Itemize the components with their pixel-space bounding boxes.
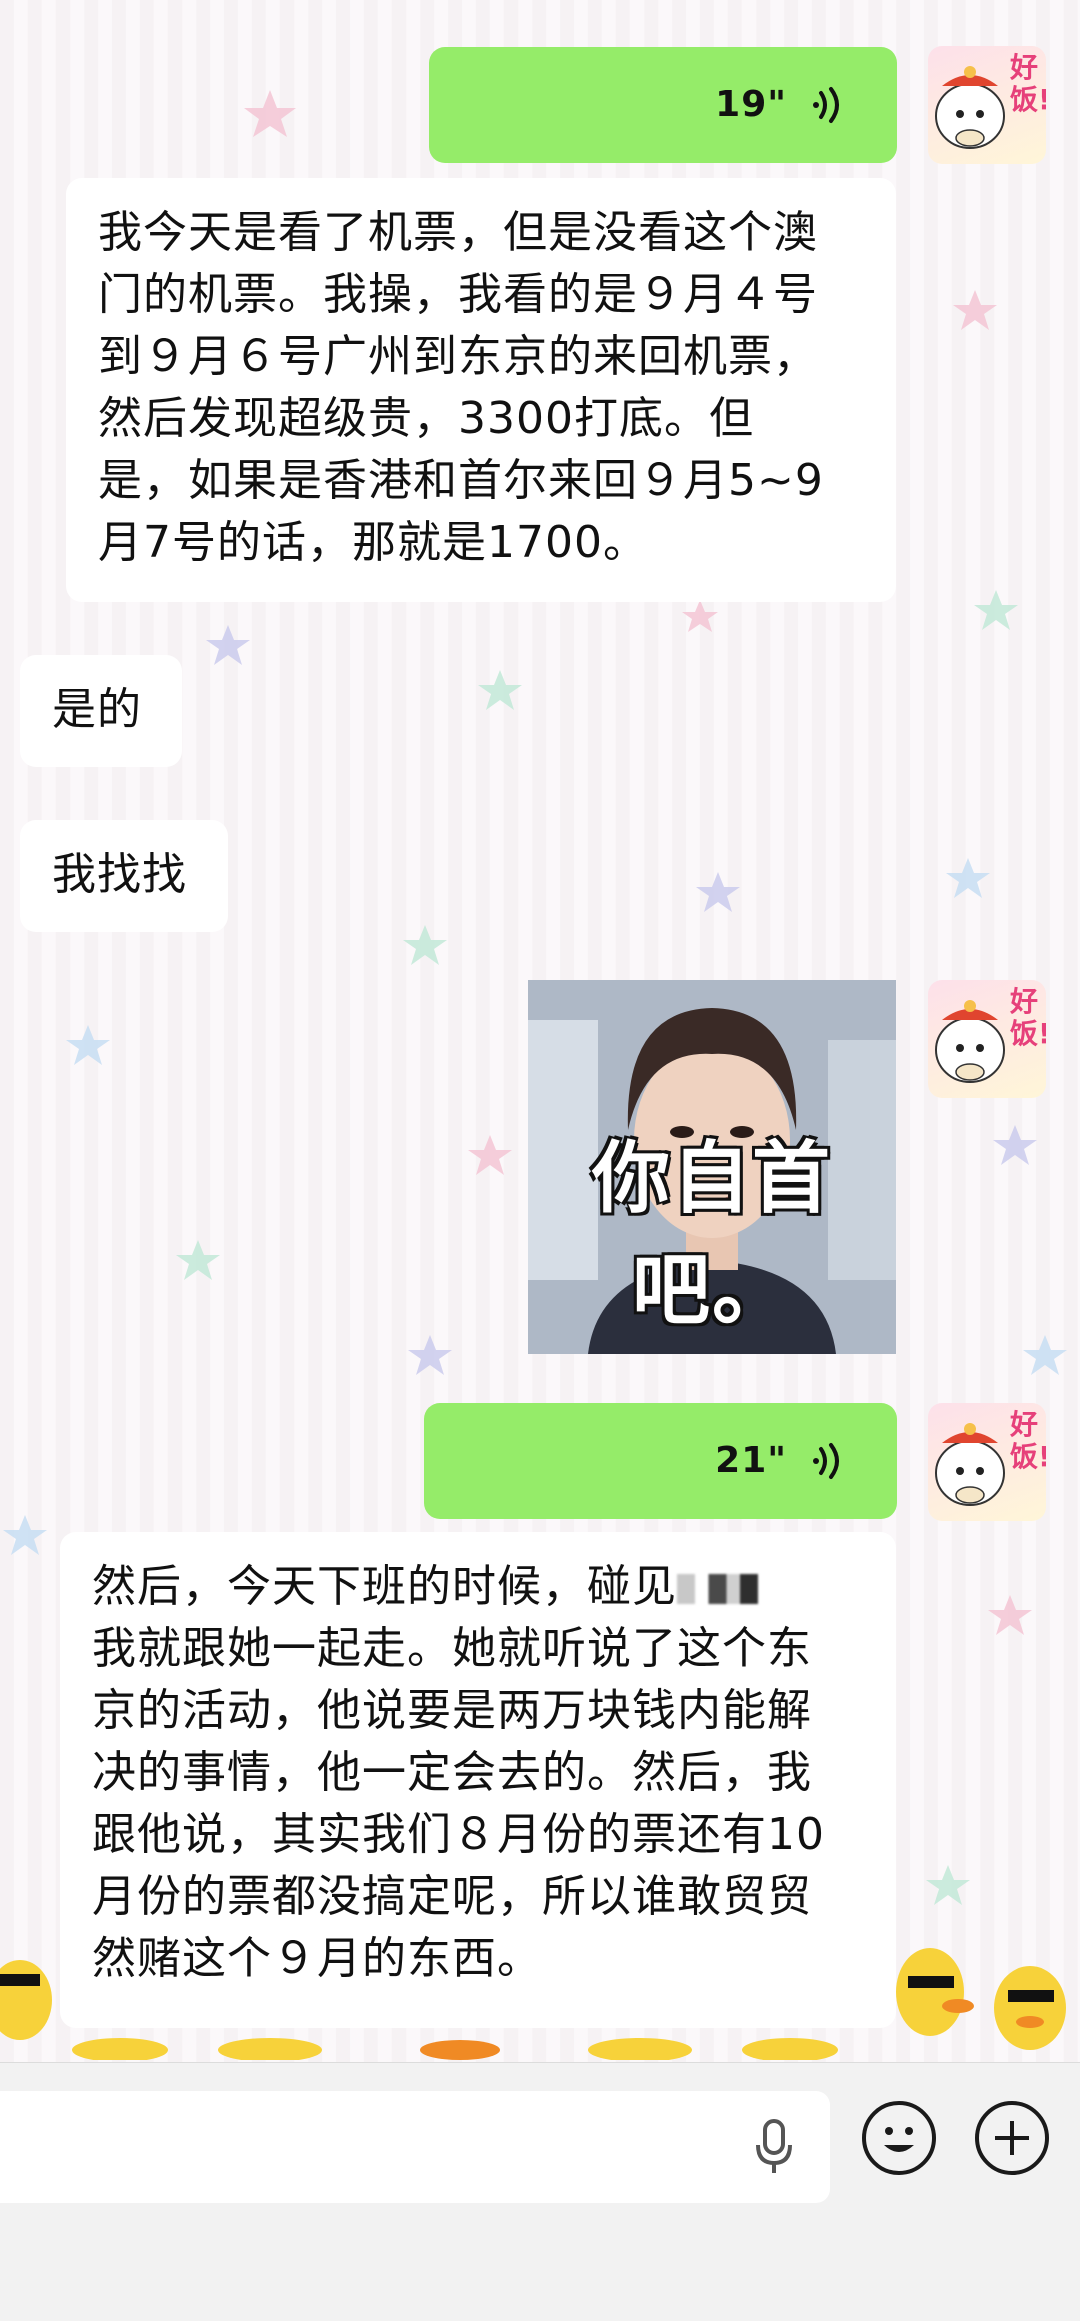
message-line: 月份的票都没搞定呢，所以谁敢贸贸 <box>92 1871 812 1922</box>
plus-button[interactable] <box>975 2101 1049 2175</box>
message-line-start: 然后，今天下班的时候，碰见 <box>92 1561 677 1612</box>
redacted-name <box>677 1574 767 1604</box>
message-line: 是，如果是香港和首尔来回９月5~9 <box>98 455 824 506</box>
message-line: 到９月６号广州到东京的来回机票， <box>98 331 818 382</box>
message-input[interactable] <box>0 2091 830 2203</box>
message-line: 我就跟她一起走。她就听说了这个东 <box>92 1623 812 1674</box>
message-line: 跟他说，其实我们８月份的票还有10 <box>92 1809 825 1860</box>
message-line: 我今天是看了机票，但是没看这个澳 <box>98 207 818 258</box>
message-line: 然后，今天下班的时候，碰见 <box>92 1556 870 1618</box>
message-line: 然赌这个９月的东西。 <box>92 1933 542 1984</box>
avatar[interactable]: 好饭! <box>928 1403 1046 1521</box>
duck-icon <box>994 1966 1066 2050</box>
text-message-bubble[interactable]: 我今天是看了机票，但是没看这个澳 门的机票。我操，我看的是９月４号 到９月６号广… <box>66 178 896 602</box>
microphone-icon[interactable] <box>752 2117 796 2177</box>
message-line: 京的活动，他说要是两万块钱内能解 <box>92 1685 812 1736</box>
message-line: 月7号的话，那就是1700。 <box>98 517 648 568</box>
duck-icon <box>0 1960 52 2040</box>
voice-wave-icon <box>813 1443 839 1479</box>
voice-message-bubble[interactable]: 19" <box>429 47 897 163</box>
duck-icon <box>896 1948 974 2036</box>
avatar[interactable]: 好饭! <box>928 980 1046 1098</box>
emoji-button[interactable] <box>862 2101 936 2175</box>
message-line: 然后发现超级贵，3300打底。但 <box>98 393 754 444</box>
message-line: 决的事情，他一定会去的。然后，我 <box>92 1747 812 1798</box>
avatar-text: 好饭! <box>1010 985 1046 1050</box>
voice-duration: 21" <box>715 1440 787 1481</box>
message-text: 我找找 <box>52 849 187 900</box>
message-text: 是的 <box>52 684 142 735</box>
voice-message-bubble[interactable]: 21" <box>424 1403 897 1519</box>
sticker-caption: 你自首吧。 <box>591 1134 832 1336</box>
text-message-bubble[interactable]: 是的 <box>20 655 182 767</box>
message-line: 门的机票。我操，我看的是９月４号 <box>98 269 818 320</box>
plus-icon <box>995 2121 1029 2155</box>
avatar[interactable]: 好饭! <box>928 46 1046 164</box>
voice-wave-icon <box>813 87 839 123</box>
text-message-bubble[interactable]: 我找找 <box>20 820 228 932</box>
voice-duration: 19" <box>715 84 787 125</box>
avatar-text: 好饭! <box>1010 51 1046 116</box>
text-message-bubble[interactable]: 然后，今天下班的时候，碰见 我就跟她一起走。她就听说了这个东 京的活动，他说要是… <box>60 1532 896 2028</box>
sticker-image[interactable]: 你自首吧。 <box>528 980 896 1354</box>
input-bar <box>0 2062 1080 2321</box>
emoji-icon <box>884 2127 914 2152</box>
avatar-text: 好饭! <box>1010 1408 1046 1473</box>
